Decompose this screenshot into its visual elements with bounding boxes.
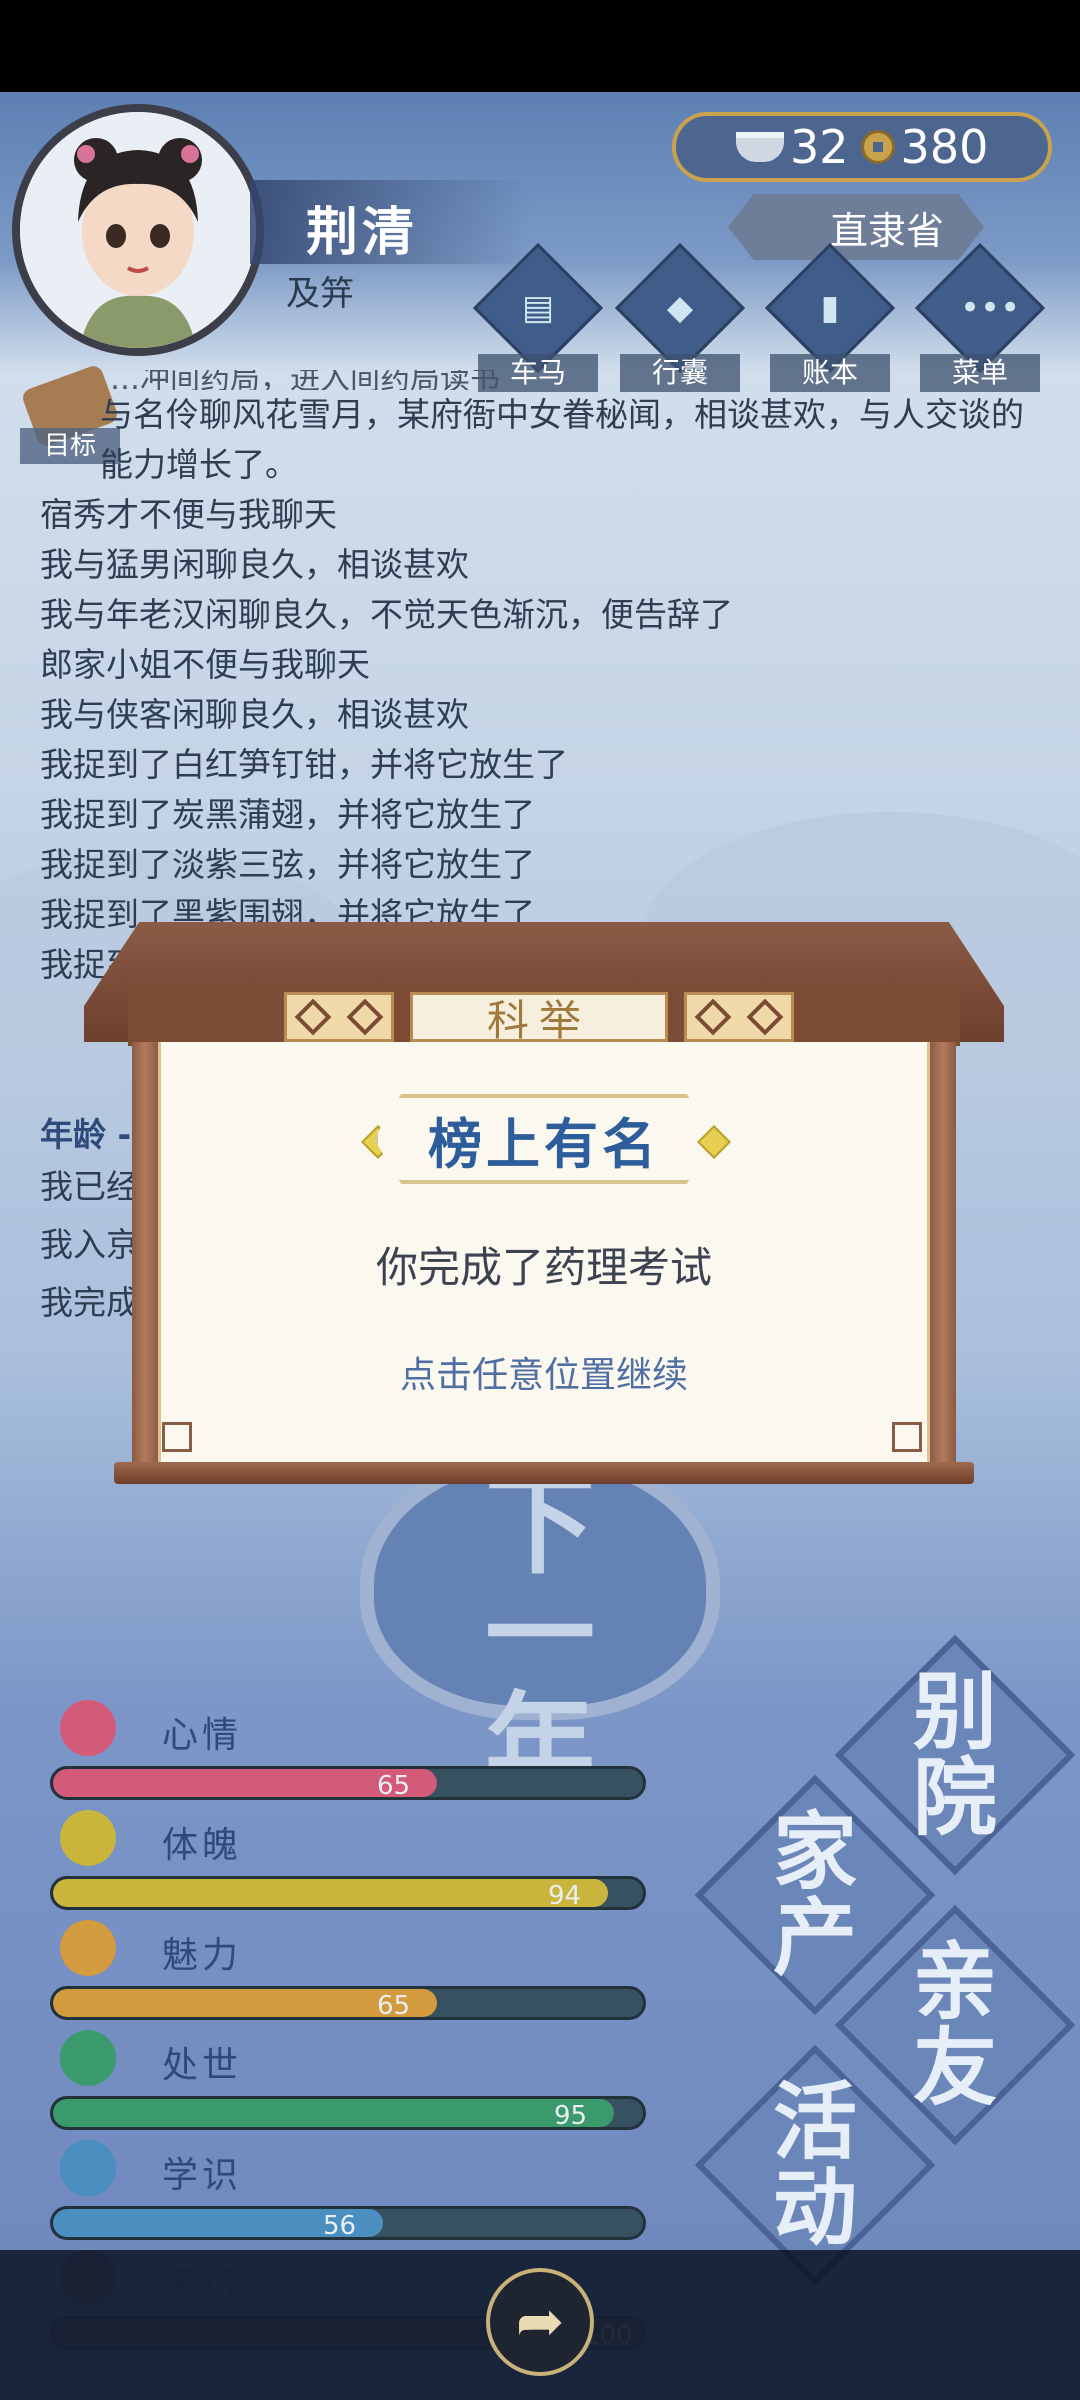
currency-bar: 32 380: [672, 112, 1052, 182]
books-icon: [60, 2140, 116, 2196]
menu-icon: •••: [960, 288, 1021, 328]
log-line: 我与年老汉闲聊良久，不觉天色渐沉，便告辞了: [40, 595, 733, 634]
stat-bar: 95: [50, 2096, 646, 2130]
corner-ornament: [892, 1422, 922, 1452]
stat-bar: 65: [50, 1766, 646, 1800]
stat-name: 魅力: [162, 1935, 243, 1976]
location-label: 直隶省: [829, 208, 944, 253]
stat-value: 95: [554, 2101, 588, 2130]
silver-ingot-icon: [736, 132, 784, 162]
modal-pillar-left: [132, 1042, 158, 1462]
stat-bar: 94: [50, 1876, 646, 1910]
scroll-icon: [60, 2030, 116, 2086]
next-year-line1: 下一: [485, 1461, 595, 1699]
stat-value: 94: [548, 1881, 582, 1910]
stat-bar: 65: [50, 1986, 646, 2020]
lattice-pattern: [284, 992, 394, 1042]
modal-category: 科举: [410, 992, 668, 1045]
modal-headline: 榜上有名: [374, 1094, 714, 1184]
lattice-pattern: [684, 992, 794, 1042]
next-year-label: 下一 年: [470, 1470, 610, 1800]
modal-sill: [114, 1462, 974, 1484]
modal-pillar-right: [930, 1042, 956, 1462]
stat-value: 65: [377, 1771, 411, 1800]
log-line: 与名伶聊风花雪月，某府衙中女眷秘闻，相谈甚欢，与人交谈的能力增长了。: [100, 395, 1024, 484]
log-line-partial: …冲间药局，进入间药局读书: [110, 370, 500, 390]
share-icon: ➦: [515, 2287, 565, 2355]
carriage-icon: ▤: [521, 288, 555, 328]
bag-icon: ◆: [666, 288, 694, 328]
log-line: 我与侠客闲聊良久，相谈甚欢: [40, 695, 469, 734]
event-log: …冲间药局，进入间药局读书 与名伶聊风花雪月，某府衙中女眷秘闻，相谈甚欢，与人交…: [40, 370, 1040, 990]
silver-count: 32: [790, 120, 849, 174]
log-line: 郎家小姐不便与我聊天: [40, 645, 370, 684]
log-line: 宿秀才不便与我聊天: [40, 495, 337, 534]
stat-value: 65: [377, 1991, 411, 2020]
log-line: 我捉到了淡紫三弦，并将它放生了: [40, 845, 535, 884]
log-line: 我捉到了白红笋钉钳，并将它放生了: [40, 745, 568, 784]
log-line: 我与猛男闲聊良久，相谈甚欢: [40, 545, 469, 584]
stat-name: 学识: [162, 2155, 243, 2196]
stat-name: 体魄: [162, 1825, 243, 1866]
stat-name: 处世: [162, 2045, 243, 2086]
flower-icon: [60, 1700, 116, 1756]
drum-icon: [60, 1810, 116, 1866]
exam-result-modal[interactable]: 科举 榜上有名 你完成了药理考试 点击任意位置继续: [84, 922, 1004, 1492]
stat-bar: 56: [50, 2206, 646, 2240]
modal-message: 你完成了药理考试: [375, 1243, 712, 1292]
stat-bar-fill: [53, 1879, 608, 1907]
activity-label: 活动: [772, 2073, 857, 2257]
copper-coin-icon: [860, 130, 895, 164]
corner-ornament: [162, 1422, 192, 1452]
share-button[interactable]: ➦: [486, 2268, 594, 2376]
player-avatar[interactable]: [12, 104, 264, 356]
stat-value: 56: [323, 2211, 357, 2240]
mirror-icon: [60, 1920, 116, 1976]
modal-continue-hint: 点击任意位置继续: [399, 1355, 688, 1396]
ledger-icon: ▮: [820, 288, 840, 328]
location-button[interactable]: 直隶省: [728, 194, 984, 260]
stat-bar-fill: [53, 2099, 614, 2127]
stat-name: 心情: [162, 1715, 243, 1756]
log-line: 我捉到了炭黑蒲翅，并将它放生了: [40, 795, 535, 834]
player-title: 及笄: [286, 274, 354, 314]
coin-count: 380: [900, 120, 989, 174]
activity-button[interactable]: 活动: [694, 2044, 936, 2286]
player-name: 荆清: [306, 203, 419, 263]
